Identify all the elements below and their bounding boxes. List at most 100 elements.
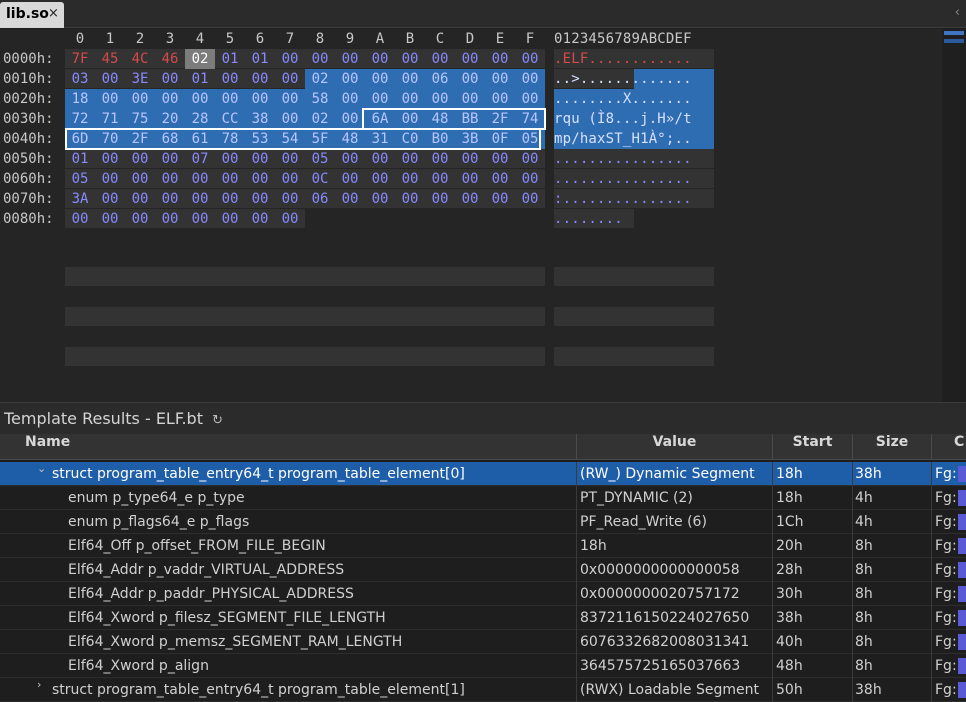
hex-byte[interactable]: 00 xyxy=(125,169,155,189)
hex-byte[interactable]: 00 xyxy=(95,149,125,169)
hex-byte[interactable]: 00 xyxy=(185,169,215,189)
hex-byte[interactable]: 46 xyxy=(155,49,185,69)
cell-color[interactable]: Fg: xyxy=(932,582,966,606)
hex-byte[interactable]: 00 xyxy=(425,149,455,169)
hex-byte[interactable]: 00 xyxy=(125,189,155,209)
hex-byte[interactable]: 28 xyxy=(185,109,215,129)
ascii-text[interactable]: :............... xyxy=(554,189,692,209)
expand-collapse-icon[interactable]: ⌄ xyxy=(37,462,46,475)
cell-color[interactable]: Fg: xyxy=(932,534,966,558)
column-header-name[interactable]: Name xyxy=(0,434,577,460)
hex-byte[interactable]: 00 xyxy=(155,149,185,169)
hex-byte[interactable]: 75 xyxy=(125,109,155,129)
hex-byte[interactable]: 00 xyxy=(455,149,485,169)
hex-byte[interactable]: 00 xyxy=(125,149,155,169)
hex-byte[interactable]: 00 xyxy=(95,189,125,209)
cell-value[interactable]: PF_Read_Write (6) xyxy=(577,510,773,534)
hex-byte[interactable]: 00 xyxy=(305,49,335,69)
hex-byte[interactable]: 00 xyxy=(515,89,545,109)
hex-byte[interactable]: 00 xyxy=(275,169,305,189)
hex-byte[interactable]: 00 xyxy=(335,169,365,189)
hex-byte[interactable]: 00 xyxy=(425,89,455,109)
tree-row-field[interactable]: Elf64_Xword p_filesz_SEGMENT_FILE_LENGTH… xyxy=(0,606,966,630)
column-header-size[interactable]: Size xyxy=(853,434,932,460)
hex-byte[interactable]: 38 xyxy=(245,109,275,129)
hex-byte[interactable]: 00 xyxy=(275,89,305,109)
hex-byte[interactable]: 00 xyxy=(365,169,395,189)
hex-byte[interactable]: 00 xyxy=(455,69,485,89)
hex-byte[interactable]: 00 xyxy=(95,89,125,109)
hex-byte[interactable]: 01 xyxy=(215,49,245,69)
hex-byte[interactable]: 00 xyxy=(185,89,215,109)
hex-byte[interactable]: 00 xyxy=(365,189,395,209)
hex-byte[interactable]: 00 xyxy=(515,189,545,209)
close-icon[interactable]: × xyxy=(48,6,59,21)
ascii-text[interactable]: ................ xyxy=(554,169,692,189)
column-header-color[interactable]: C xyxy=(932,434,966,460)
hex-byte[interactable]: 00 xyxy=(155,69,185,89)
hex-byte[interactable]: 0C xyxy=(305,169,335,189)
hex-byte[interactable]: 00 xyxy=(185,209,215,229)
hex-byte[interactable]: 00 xyxy=(365,69,395,89)
hex-byte[interactable]: 00 xyxy=(395,169,425,189)
hex-byte[interactable]: 00 xyxy=(155,209,185,229)
hex-byte[interactable]: 00 xyxy=(335,69,365,89)
cell-value[interactable]: (RW_) Dynamic Segment xyxy=(577,462,773,486)
hex-byte[interactable]: 00 xyxy=(245,209,275,229)
hex-byte[interactable]: 01 xyxy=(65,149,95,169)
tree-row-field[interactable]: Elf64_Xword p_align 364575725165037663 48h… xyxy=(0,654,966,678)
hex-byte[interactable]: 06 xyxy=(425,69,455,89)
tree-row-field[interactable]: Elf64_Addr p_vaddr_VIRTUAL_ADDRESS 0x0000… xyxy=(0,558,966,582)
hex-byte[interactable]: 00 xyxy=(395,49,425,69)
refresh-icon[interactable]: ↻ xyxy=(212,413,223,428)
hex-byte[interactable]: 7F xyxy=(65,49,95,69)
hex-byte[interactable]: 71 xyxy=(95,109,125,129)
hex-byte[interactable]: 45 xyxy=(95,49,125,69)
hex-byte[interactable]: 00 xyxy=(275,109,305,129)
hex-byte[interactable]: 01 xyxy=(185,69,215,89)
hex-byte[interactable]: 00 xyxy=(515,49,545,69)
hex-byte[interactable]: 01 xyxy=(245,49,275,69)
tree-row-field[interactable]: Elf64_Addr p_paddr_PHYSICAL_ADDRESS 0x000… xyxy=(0,582,966,606)
column-header-start[interactable]: Start xyxy=(773,434,853,460)
column-header-value[interactable]: Value xyxy=(577,434,773,460)
tree-row-field[interactable]: Elf64_Off p_offset_FROM_FILE_BEGIN 18h 20h… xyxy=(0,534,966,558)
hex-byte[interactable]: 00 xyxy=(275,189,305,209)
hex-byte[interactable]: 00 xyxy=(245,89,275,109)
hex-byte[interactable]: 02 xyxy=(185,49,215,69)
tree-row-struct[interactable]: ⌄ struct program_table_entry64_t program_… xyxy=(0,462,966,486)
hex-byte[interactable]: 4C xyxy=(125,49,155,69)
cell-color[interactable]: Fg: xyxy=(932,654,966,678)
hex-byte[interactable]: 00 xyxy=(455,89,485,109)
ascii-text[interactable]: ................ xyxy=(554,149,692,169)
hex-byte[interactable]: 00 xyxy=(335,149,365,169)
cell-color[interactable]: Fg: xyxy=(932,606,966,630)
cell-color[interactable]: Fg: xyxy=(932,630,966,654)
hex-byte[interactable]: 00 xyxy=(515,169,545,189)
hex-byte[interactable]: 72 xyxy=(65,109,95,129)
hex-byte[interactable]: 00 xyxy=(275,149,305,169)
hex-byte[interactable]: 00 xyxy=(485,69,515,89)
cell-value[interactable]: (RWX) Loadable Segment xyxy=(577,678,773,702)
hex-byte[interactable]: 00 xyxy=(485,189,515,209)
hex-byte[interactable]: 3E xyxy=(125,69,155,89)
tree-row-field[interactable]: enum p_type64_e p_type PT_DYNAMIC (2) 18h 4… xyxy=(0,486,966,510)
hex-byte[interactable]: 00 xyxy=(395,149,425,169)
ascii-text[interactable]: ........ xyxy=(554,209,623,229)
hex-byte[interactable]: 06 xyxy=(305,189,335,209)
ascii-text[interactable]: .ELF............ xyxy=(554,49,692,69)
hex-byte[interactable]: 00 xyxy=(125,209,155,229)
hex-byte[interactable]: 00 xyxy=(365,89,395,109)
hex-byte[interactable]: 00 xyxy=(245,69,275,89)
cell-value[interactable]: 0x0000000000000058 xyxy=(577,558,773,582)
tree-row-field[interactable]: enum p_flags64_e p_flags PF_Read_Write (6… xyxy=(0,510,966,534)
hex-byte[interactable]: 00 xyxy=(365,49,395,69)
hex-byte[interactable]: 00 xyxy=(395,189,425,209)
hex-byte[interactable]: 00 xyxy=(155,189,185,209)
expand-icon[interactable]: › xyxy=(37,678,41,691)
hex-byte[interactable]: 3A xyxy=(65,189,95,209)
hex-byte[interactable]: 00 xyxy=(95,69,125,89)
file-tab[interactable]: lib.so × xyxy=(0,2,64,28)
hex-editor[interactable]: 0123456789ABCDEF 0 1 2 3 4 5 6 7 8 9 A B C D E F 0000h: 7… xyxy=(0,29,966,402)
hex-byte[interactable]: 18 xyxy=(65,89,95,109)
